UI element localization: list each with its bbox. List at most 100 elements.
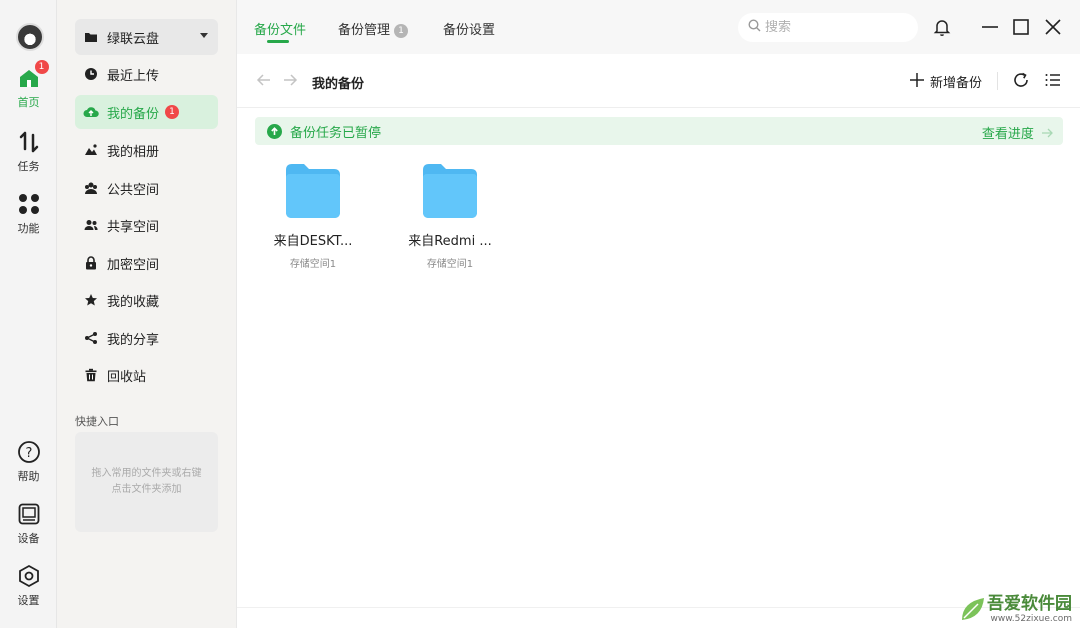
sidebar-item-label: 我的分享: [107, 332, 160, 348]
rail-device[interactable]: 设备: [0, 502, 57, 546]
help-icon: ?: [17, 440, 41, 464]
watermark-url: www.52zixue.com: [990, 614, 1072, 624]
folder-storage: 存储空间1: [426, 259, 474, 270]
main-panel: 备份文件 备份管理 1 备份设置 搜索 我的备份 新增备份 备份任务已暂停 查看…: [237, 0, 1080, 628]
rail-settings-label: 设置: [17, 594, 40, 607]
rail-help[interactable]: ? 帮助: [0, 440, 57, 484]
sidebar-item-favorites[interactable]: 我的收藏: [75, 283, 218, 317]
quick-access-title: 快捷入口: [75, 415, 119, 428]
folder-item[interactable]: 来自Redmi ... 存储空间1: [390, 160, 510, 270]
tab-backup-settings[interactable]: 备份设置: [443, 19, 495, 38]
sidebar-item-label: 我的备份: [107, 106, 160, 122]
quick-access-hint: 拖入常用的文件夹或右键点击文件夹添加: [91, 468, 202, 495]
sidebar-item-trash[interactable]: 回收站: [75, 358, 218, 392]
clock-icon: [83, 66, 99, 82]
sidebar-item-recent[interactable]: 最近上传: [75, 57, 218, 91]
transfer-icon: [17, 130, 41, 154]
trash-icon: [83, 367, 99, 383]
view-progress-label: 查看进度: [981, 127, 1034, 142]
home-badge: 1: [34, 60, 49, 74]
sidebar-item-label: 我的相册: [107, 144, 160, 160]
sidebar-item-label: 公共空间: [107, 182, 160, 198]
bell-icon[interactable]: [931, 16, 953, 38]
tab-backup-management[interactable]: 备份管理 1: [338, 19, 409, 38]
mountain-icon: [83, 142, 99, 158]
tab-badge: 1: [394, 24, 409, 38]
view-progress-link[interactable]: 查看进度: [982, 123, 1053, 142]
watermark: 吾爱软件园 www.52zixue.com: [987, 589, 1072, 624]
app-window: 1 首页 任务 功能 ? 帮助 设备 设置 绿联云盘 最近上传 我的备份 1 我…: [0, 0, 1080, 628]
settings-icon: [17, 564, 41, 588]
sidebar-item-encrypted[interactable]: 加密空间: [75, 246, 218, 280]
folder-icon: [421, 160, 479, 220]
sidebar-item-public[interactable]: 公共空间: [75, 171, 218, 205]
drive-label: 绿联云盘: [107, 31, 160, 47]
svg-text:?: ?: [25, 446, 32, 461]
rail-home-label: 首页: [17, 96, 40, 109]
rail-apps-label: 功能: [17, 222, 40, 235]
folder-name: 来自DESKT...: [273, 234, 353, 249]
chevron-down-icon: [200, 33, 208, 38]
rail-apps[interactable]: 功能: [0, 192, 57, 236]
search-icon: [748, 19, 761, 36]
minimize-button[interactable]: [979, 16, 1001, 38]
list-view-icon[interactable]: [1044, 71, 1062, 89]
rail-tasks[interactable]: 任务: [0, 130, 57, 174]
tab-backup-files[interactable]: 备份文件: [254, 19, 307, 43]
device-icon: [17, 502, 41, 526]
sidebar-item-shares[interactable]: 我的分享: [75, 321, 218, 355]
left-rail: 1 首页 任务 功能 ? 帮助 设备 设置: [0, 0, 57, 628]
back-arrow-icon[interactable]: [255, 71, 273, 89]
rail-tasks-label: 任务: [17, 160, 40, 173]
sidebar-item-label: 共享空间: [107, 219, 160, 235]
forward-arrow-icon[interactable]: [281, 71, 299, 89]
quick-access-dropzone[interactable]: 拖入常用的文件夹或右键点击文件夹添加: [75, 432, 218, 532]
sidebar-item-my-backup[interactable]: 我的备份 1: [75, 95, 218, 129]
star-icon: [83, 292, 99, 308]
breadcrumb-current: 我的备份: [312, 77, 365, 92]
sidebar-item-album[interactable]: 我的相册: [75, 133, 218, 167]
rail-help-label: 帮助: [17, 470, 40, 483]
plus-icon: [909, 71, 925, 91]
divider: [237, 607, 1080, 608]
apps-icon: [17, 192, 41, 216]
tab-label: 备份设置: [443, 23, 496, 38]
side-nav: 绿联云盘 最近上传 我的备份 1 我的相册 公共空间 共享空间 加密空间 我的收…: [57, 0, 237, 628]
folder-name: 来自Redmi ...: [408, 234, 492, 249]
top-bar: 备份文件 备份管理 1 备份设置: [237, 0, 1080, 54]
cloud-upload-icon: [83, 104, 99, 120]
folder-storage: 存储空间1: [289, 259, 337, 270]
folder-icon: [284, 160, 342, 220]
search-input[interactable]: [765, 20, 905, 35]
arrow-right-icon: [1042, 128, 1053, 138]
close-button[interactable]: [1042, 16, 1064, 38]
divider: [997, 72, 998, 90]
banner-status-text: 备份任务已暂停: [290, 125, 382, 141]
tab-label: 备份管理: [338, 23, 391, 38]
group-icon: [83, 180, 99, 196]
add-backup-label: 新增备份: [930, 75, 983, 91]
avatar[interactable]: [16, 23, 44, 51]
sidebar-item-label: 回收站: [107, 369, 147, 385]
folder-item[interactable]: 来自DESKT... 存储空间1: [253, 160, 373, 270]
lock-icon: [83, 255, 99, 271]
search-box: [738, 13, 918, 42]
tab-label: 备份文件: [254, 23, 307, 38]
users-icon: [83, 217, 99, 233]
path-bar: 我的备份 新增备份: [237, 54, 1080, 108]
rail-settings[interactable]: 设置: [0, 564, 57, 608]
sidebar-item-shared[interactable]: 共享空间: [75, 208, 218, 242]
backup-status-banner: 备份任务已暂停 查看进度: [255, 117, 1063, 145]
backup-badge: 1: [165, 105, 180, 119]
sidebar-item-label: 最近上传: [107, 68, 160, 84]
watermark-leaf-icon: [958, 594, 988, 624]
add-backup-button[interactable]: 新增备份: [909, 70, 982, 92]
folder-icon: [83, 29, 99, 45]
refresh-icon[interactable]: [1012, 71, 1030, 89]
rail-home[interactable]: 1 首页: [0, 60, 57, 110]
home-icon: 1: [17, 60, 49, 90]
sidebar-item-label: 加密空间: [107, 257, 160, 273]
rail-device-label: 设备: [17, 532, 40, 545]
drive-selector[interactable]: 绿联云盘: [75, 19, 218, 55]
maximize-button[interactable]: [1010, 16, 1032, 38]
